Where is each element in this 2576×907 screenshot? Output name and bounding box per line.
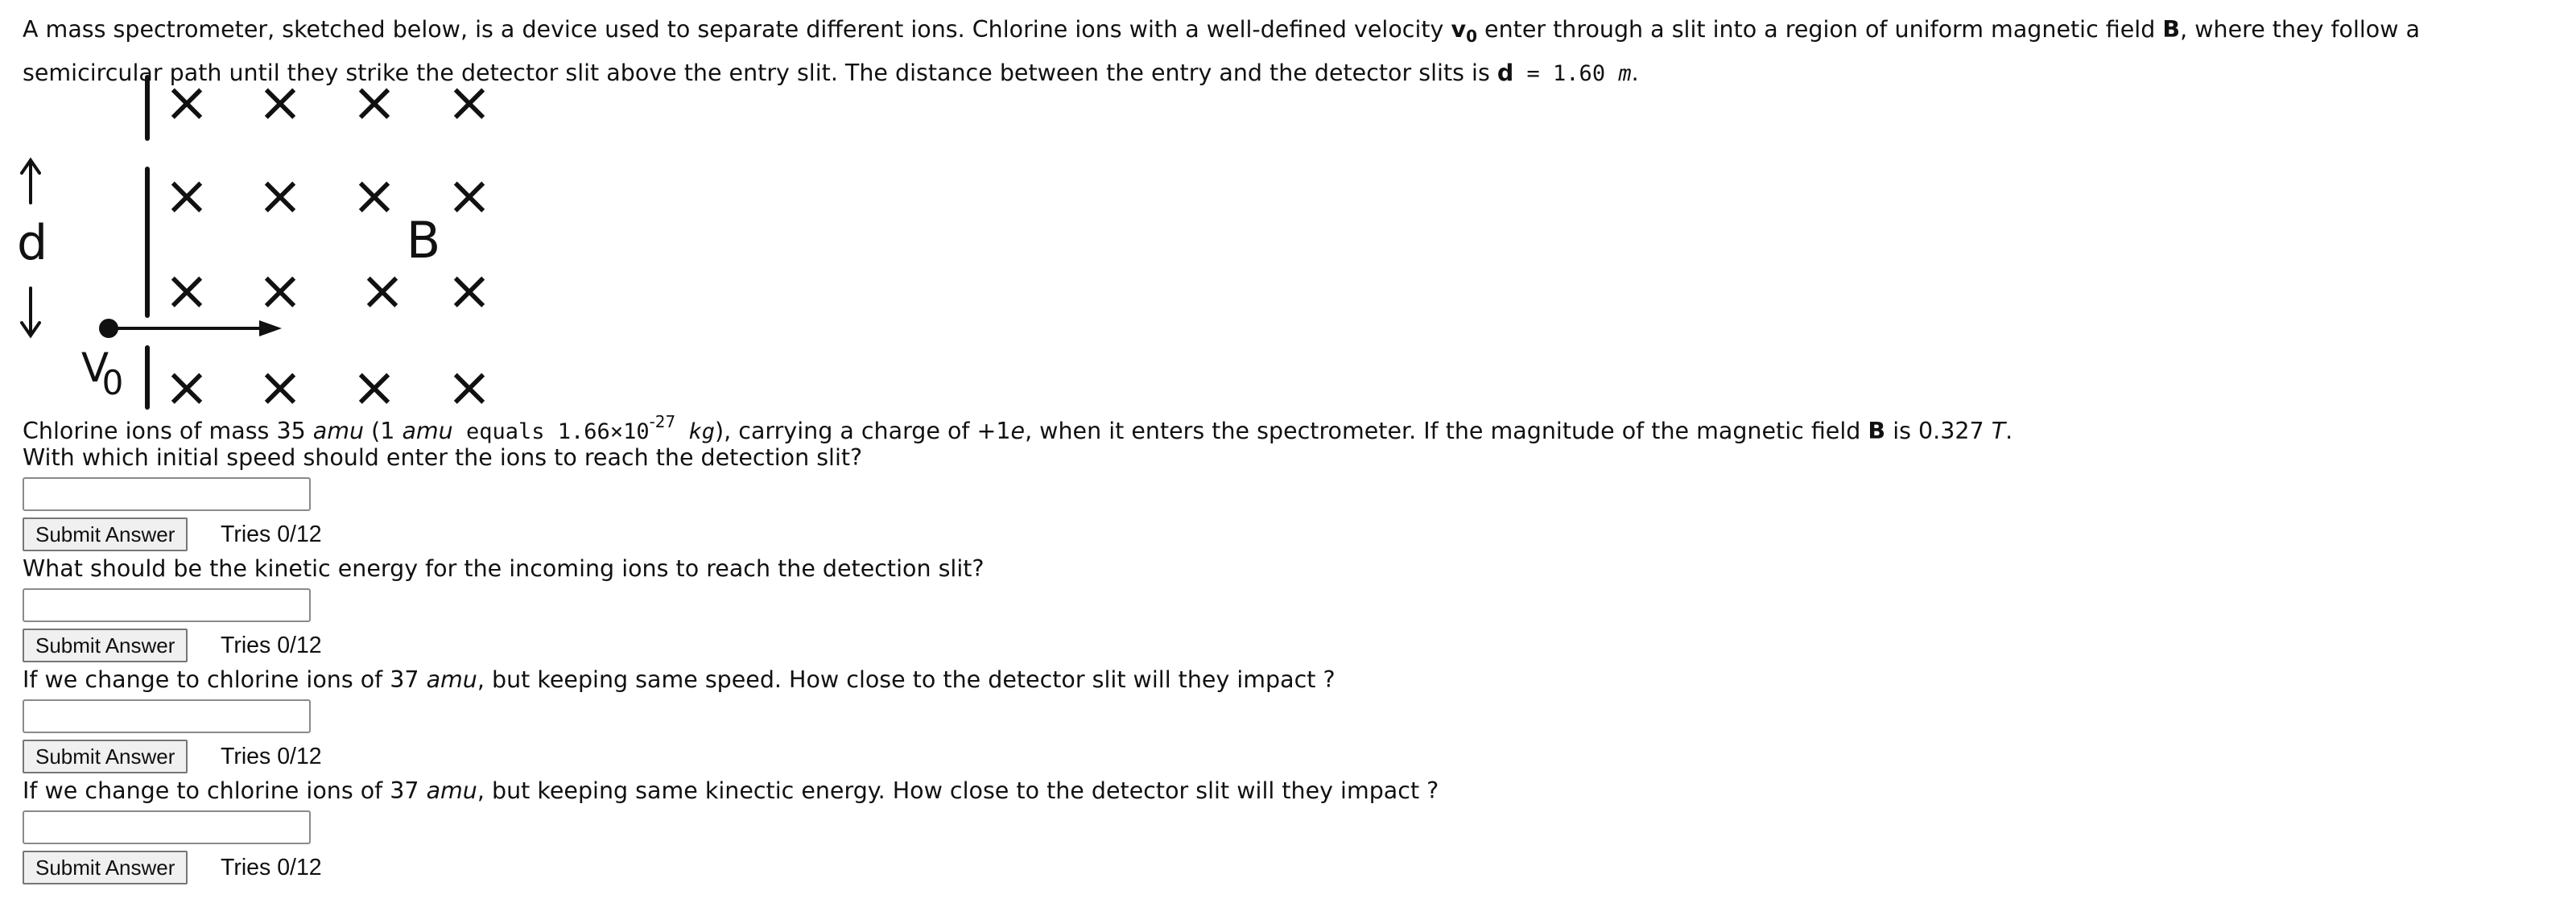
question-1-text: With which initial speed should enter th… [23, 444, 863, 471]
velocity-label-subscript: 0 [102, 363, 124, 402]
field-cross: × [164, 356, 210, 418]
field-symbol: B [2162, 16, 2181, 43]
field-cross: × [447, 72, 493, 134]
answer-input-3[interactable] [23, 699, 311, 733]
field-cross: × [258, 259, 303, 323]
answer-input-2[interactable] [23, 588, 311, 622]
field-cross: × [258, 164, 303, 228]
field-cross: × [258, 72, 303, 134]
field-cross: × [447, 259, 493, 323]
distance-label: d [17, 215, 47, 271]
spectrometer-diagram: × × × × × × × × × × × × × × × × B d V 0 [17, 72, 493, 418]
submit-answer-button-1[interactable]: Submit Answer [23, 517, 188, 551]
tries-counter-4: Tries 0/12 [221, 855, 322, 880]
distance-unit: m [1618, 61, 1632, 86]
field-cross: × [447, 164, 493, 228]
submit-answer-button-2[interactable]: Submit Answer [23, 629, 188, 662]
tries-counter-1: Tries 0/12 [221, 522, 322, 547]
intro-text-1: A mass spectrometer, sketched below, is … [23, 16, 1451, 43]
field-cross: × [360, 259, 406, 323]
field-cross: × [447, 356, 493, 418]
answer-input-1[interactable] [23, 477, 311, 511]
intro-text-2: enter through a slit into a region of un… [1476, 16, 2163, 43]
question-4-text: If we change to chlorine ions of 37 amu,… [23, 777, 1439, 804]
field-cross: × [352, 356, 398, 418]
distance-value: = 1.60 [1513, 61, 1619, 86]
submit-answer-button-4[interactable]: Submit Answer [23, 851, 188, 884]
field-label: B [407, 211, 441, 270]
tries-counter-2: Tries 0/12 [221, 633, 322, 658]
field-cross: × [352, 164, 398, 228]
field-cross: × [164, 164, 210, 228]
field-cross: × [352, 72, 398, 134]
given-info: Chlorine ions of mass 35 amu (1 amu equa… [23, 412, 2013, 444]
question-3-text: If we change to chlorine ions of 37 amu,… [23, 666, 1335, 693]
field-cross: × [164, 72, 210, 134]
answer-input-4[interactable] [23, 810, 311, 844]
tries-counter-3: Tries 0/12 [221, 744, 322, 769]
ion-dot [99, 319, 118, 338]
velocity-symbol: v0 [1451, 16, 1477, 46]
velocity-arrow-head [259, 320, 282, 336]
field-cross: × [164, 259, 210, 323]
field-cross: × [258, 356, 303, 418]
distance-symbol: d [1496, 60, 1514, 86]
submit-answer-button-3[interactable]: Submit Answer [23, 740, 188, 773]
question-2-text: What should be the kinetic energy for th… [23, 555, 985, 582]
